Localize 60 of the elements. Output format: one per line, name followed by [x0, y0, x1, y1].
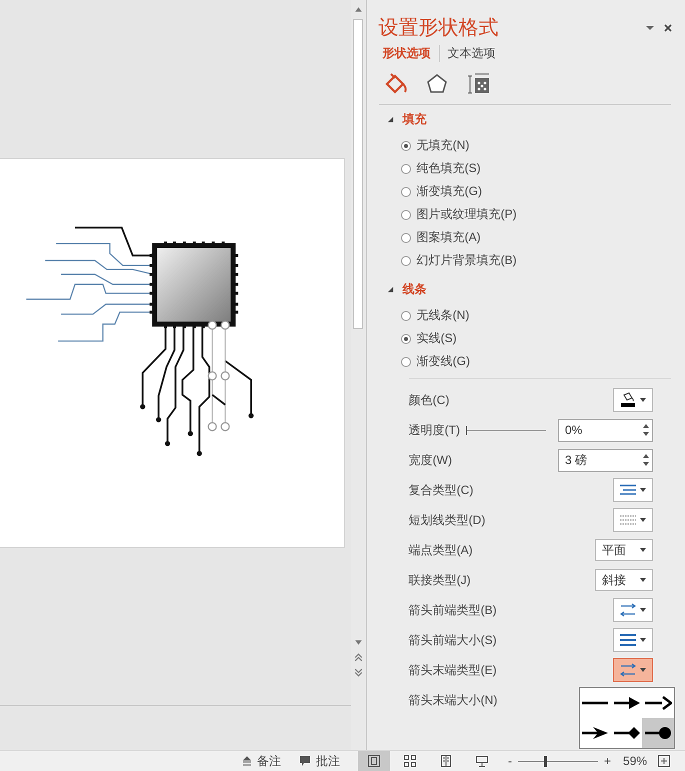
- arrow-type-button[interactable]: [613, 658, 653, 682]
- setting-label: 箭头前端大小(S): [408, 632, 497, 648]
- setting-label: 短划线类型(D): [408, 512, 486, 528]
- line-style-button[interactable]: [613, 478, 653, 502]
- lines-icon: [620, 484, 636, 496]
- notes-button[interactable]: 备注: [242, 752, 281, 770]
- setting-label: 复合类型(C): [408, 482, 474, 498]
- radio-option[interactable]: 无线条(N): [400, 307, 470, 324]
- zoom-out-button[interactable]: -: [508, 754, 512, 768]
- comment-icon: [299, 755, 311, 767]
- radio-option[interactable]: 图片或纹理填充(P): [400, 206, 517, 223]
- line-style-button[interactable]: [613, 628, 653, 652]
- notes-icon: [242, 756, 252, 766]
- pane-title: 设置形状格式: [378, 16, 500, 41]
- comments-button[interactable]: 批注: [299, 752, 340, 770]
- double-arrow-icon: [620, 663, 636, 677]
- option-tab[interactable]: 形状选项: [382, 45, 440, 62]
- setting-label: 颜色(C): [408, 392, 450, 408]
- radio-option[interactable]: 图案填充(A): [400, 229, 481, 246]
- radio-option[interactable]: 无填充(N): [400, 137, 470, 154]
- option-tab[interactable]: 文本选项: [442, 45, 504, 62]
- setting-label: 端点类型(A): [408, 542, 473, 558]
- next-slide-icon[interactable]: [352, 666, 364, 679]
- paint-bucket-icon: [620, 392, 636, 408]
- collapse-triangle-icon[interactable]: [386, 286, 394, 292]
- double-arrow-icon: [620, 603, 636, 617]
- zoom-in-button[interactable]: +: [604, 754, 612, 768]
- collapse-triangle-icon[interactable]: [386, 116, 394, 122]
- paint-bucket-icon[interactable]: [382, 72, 407, 96]
- normal-view-icon[interactable]: [358, 751, 390, 771]
- radio-option[interactable]: 渐变填充(G): [400, 183, 482, 200]
- radio-option[interactable]: 渐变线(G): [400, 353, 470, 370]
- close-icon[interactable]: [663, 22, 673, 32]
- dash-type-button[interactable]: [613, 508, 653, 532]
- zoom-percentage[interactable]: 59%: [623, 754, 648, 768]
- setting-label: 箭头末端大小(N): [408, 692, 498, 708]
- dashed-lines-icon: [620, 514, 636, 526]
- dropdown[interactable]: 斜接: [595, 569, 653, 591]
- transparency-spinbox[interactable]: 0%: [558, 418, 653, 442]
- fit-to-window-icon[interactable]: [657, 754, 672, 768]
- setting-label: 联接类型(J): [408, 572, 471, 588]
- scroll-thumb[interactable]: [353, 19, 364, 329]
- dropdown[interactable]: 平面: [595, 539, 653, 561]
- pentagon-icon[interactable]: [424, 72, 449, 96]
- vertical-scrollbar[interactable]: [350, 0, 367, 750]
- size-icon[interactable]: [466, 72, 491, 96]
- setting-label: 透明度(T): [408, 422, 460, 438]
- color-picker-button[interactable]: [613, 388, 653, 412]
- radio-option[interactable]: 幻灯片背景填充(B): [400, 252, 517, 269]
- width-spinbox[interactable]: 3 磅: [558, 448, 653, 472]
- previous-slide-icon[interactable]: [352, 651, 364, 664]
- arrow-type-button[interactable]: [613, 598, 653, 622]
- radio-option[interactable]: 纯色填充(S): [400, 160, 481, 177]
- section-heading[interactable]: 线条: [402, 280, 427, 298]
- radio-option[interactable]: 实线(S): [400, 330, 457, 347]
- lines-icon: [620, 633, 636, 647]
- setting-label: 宽度(W): [408, 452, 452, 468]
- setting-label: 箭头前端类型(B): [408, 602, 497, 618]
- section-heading[interactable]: 填充: [402, 110, 427, 128]
- setting-label: 箭头末端类型(E): [408, 662, 497, 678]
